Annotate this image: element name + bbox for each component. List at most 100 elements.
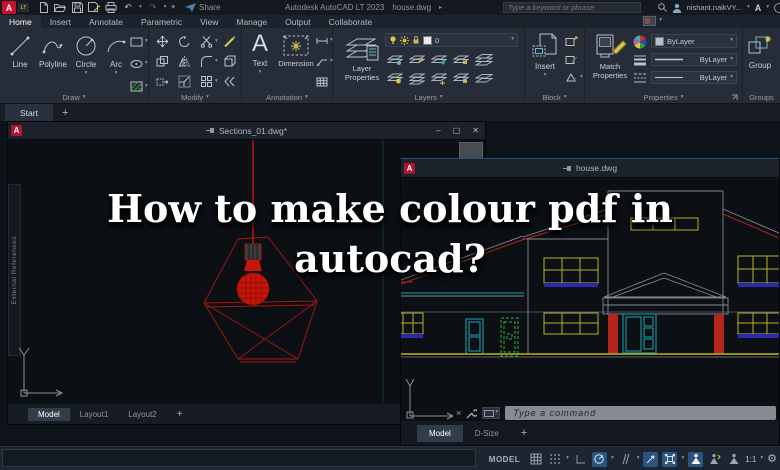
explode-tool[interactable] — [223, 55, 236, 68]
caret-icon[interactable]: ▾ — [730, 56, 733, 63]
command-settings-wrench-icon[interactable] — [466, 408, 478, 419]
tab-output[interactable]: Output — [276, 15, 320, 28]
caret-icon[interactable]: ▾ — [145, 61, 148, 67]
user-avatar-icon[interactable] — [672, 3, 682, 13]
isometric-drafting-icon[interactable] — [618, 452, 633, 467]
groups-panel-footer[interactable]: Groups — [743, 92, 780, 103]
plot-icon[interactable] — [105, 2, 117, 14]
caret-icon[interactable]: ▾ — [730, 74, 733, 81]
command-close-icon[interactable]: × — [456, 408, 461, 418]
layer-state-tool[interactable] — [475, 70, 493, 85]
caret-icon[interactable]: ▾ — [637, 456, 640, 462]
rectangle-tool[interactable]: ▾ — [130, 37, 148, 47]
block-attributes-tool[interactable]: ▾ — [565, 72, 583, 83]
layer-off-tool[interactable] — [387, 52, 403, 66]
layer-lock-tool[interactable] — [453, 52, 469, 66]
hatch-tool[interactable]: ▾ — [130, 81, 148, 92]
caret-icon[interactable]: ▾ — [215, 38, 218, 45]
layer-make-current-tool[interactable] — [387, 70, 403, 85]
group-button[interactable]: Group — [745, 33, 775, 70]
caret-icon[interactable]: ▾ — [115, 70, 118, 77]
help-icon[interactable] — [774, 2, 780, 13]
restore-button[interactable]: ▢ — [453, 126, 461, 135]
customization-gear-icon[interactable]: ⚙ — [767, 453, 777, 465]
mirror-tool[interactable] — [178, 55, 191, 68]
file-tab-start[interactable]: Start — [5, 104, 53, 121]
caret-icon[interactable]: ▾ — [760, 456, 763, 462]
house-canvas[interactable]: × ▾ Type a command — [401, 178, 779, 422]
canvas-scrollbar[interactable] — [459, 142, 483, 159]
linetype-dropdown[interactable]: ByLayer ▾ — [651, 71, 737, 84]
ribbon-options-icon[interactable]: ▾ — [643, 16, 662, 26]
tab-parametric[interactable]: Parametric — [132, 15, 191, 28]
ortho-icon[interactable] — [573, 452, 588, 467]
layer-isolate-tool[interactable] — [409, 52, 425, 66]
leader-tool[interactable]: ▾ — [316, 57, 333, 67]
text-tool[interactable]: A Text ▾ — [247, 31, 273, 76]
annotation-panel-footer[interactable]: Annotation ▾ — [242, 92, 332, 103]
tab-view[interactable]: View — [191, 15, 227, 28]
caret-icon[interactable]: ▾ — [259, 69, 262, 76]
insert-block-button[interactable]: Insert ▾ — [529, 33, 561, 79]
open-folder-icon[interactable] — [54, 2, 66, 14]
fillet-tool[interactable]: ▾ — [200, 55, 218, 68]
layer-walk-tool[interactable] — [431, 70, 447, 85]
move-tool[interactable] — [156, 35, 169, 48]
copy-tool[interactable] — [156, 55, 169, 68]
modify-panel-footer[interactable]: Modify ▾ — [149, 92, 241, 103]
object-snap-icon[interactable] — [662, 451, 678, 467]
house-new-layout-button[interactable]: + — [511, 425, 537, 441]
draw-panel-footer[interactable]: Draw ▾ — [0, 92, 148, 103]
sections-tab-layout2[interactable]: Layout2 — [118, 408, 166, 421]
redo-icon[interactable]: ↷ — [147, 2, 159, 14]
undo-icon[interactable]: ↶ — [122, 2, 134, 14]
layers-panel-footer[interactable]: Layers ▾ — [333, 92, 524, 103]
dimension-tool[interactable]: Dimension — [275, 34, 317, 68]
line-tool[interactable]: Line — [6, 34, 34, 69]
tab-home[interactable]: Home — [0, 15, 41, 28]
caret-icon[interactable]: ▾ — [164, 4, 167, 11]
minimize-button[interactable]: – — [436, 126, 440, 135]
match-properties-button[interactable]: Match Properties — [589, 33, 631, 80]
layer-prev-tool[interactable] — [409, 70, 425, 85]
tab-annotate[interactable]: Annotate — [80, 15, 132, 28]
array-tool[interactable]: ▾ — [200, 75, 218, 88]
caret-icon[interactable]: ▾ — [566, 456, 569, 462]
layer-unlock-tool[interactable] — [453, 70, 469, 85]
autocad-logo[interactable]: A — [2, 1, 16, 14]
caret-icon[interactable]: ▾ — [511, 37, 514, 43]
arc-tool[interactable]: Arc ▾ — [103, 34, 129, 77]
create-block-tool[interactable] — [565, 36, 578, 47]
grid-display-icon[interactable] — [528, 452, 543, 467]
qat-customize-icon[interactable]: ▾ — [172, 4, 176, 11]
house-tab-model[interactable]: Model — [417, 424, 463, 442]
caret-icon[interactable]: ▾ — [747, 4, 750, 11]
caret-icon[interactable]: ▾ — [611, 456, 614, 462]
edit-block-tool[interactable] — [565, 54, 578, 65]
share-button[interactable]: Share — [185, 3, 220, 12]
tab-manage[interactable]: Manage — [227, 15, 276, 28]
new-file-icon[interactable] — [37, 2, 49, 14]
house-window-titlebar[interactable]: A house.dwg — [401, 159, 779, 178]
panel-launcher-icon[interactable] — [731, 94, 738, 101]
caret-icon[interactable]: ▾ — [681, 456, 684, 462]
layer-freeze-tool[interactable] — [431, 52, 447, 66]
sections-tab-layout1[interactable]: Layout1 — [70, 408, 118, 421]
caret-icon[interactable]: ▾ — [145, 83, 148, 90]
layer-select-dropdown[interactable]: 0 ▾ — [385, 33, 518, 47]
caret-icon[interactable]: ▾ — [85, 70, 88, 77]
block-panel-footer[interactable]: Block ▾ — [525, 92, 584, 103]
snap-mode-icon[interactable] — [547, 452, 562, 467]
layer-properties-button[interactable]: Layer Properties — [339, 33, 385, 82]
annotation-visibility-icon[interactable] — [688, 451, 704, 467]
erase-tool[interactable] — [223, 35, 236, 48]
close-button[interactable]: ✕ — [472, 126, 479, 135]
object-color-dropdown[interactable]: ByLayer ▾ — [651, 34, 737, 48]
save-icon[interactable] — [71, 2, 83, 14]
caret-icon[interactable]: ▾ — [544, 72, 547, 79]
properties-panel-footer[interactable]: Properties ▾ — [585, 92, 742, 103]
annotation-scale-value[interactable]: 1:1 — [745, 455, 756, 464]
search-icon[interactable] — [657, 3, 667, 12]
sections-new-layout-button[interactable]: + — [167, 407, 193, 422]
new-drawing-tab-button[interactable]: + — [53, 104, 77, 121]
